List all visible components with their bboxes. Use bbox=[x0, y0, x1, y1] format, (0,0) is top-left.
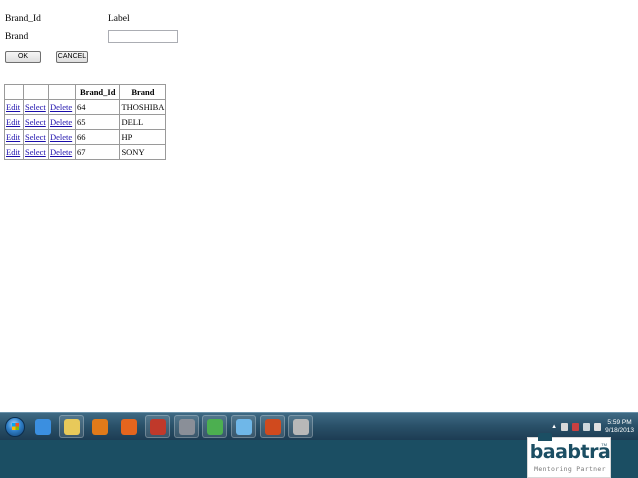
table-row: Edit Select Delete 65 DELL bbox=[4, 114, 167, 130]
brand-id-cell: 64 bbox=[74, 99, 121, 115]
grid-cell: Delete bbox=[48, 99, 76, 115]
clock[interactable]: 5:59 PM 9/18/2013 bbox=[605, 419, 634, 435]
grid-cell: Edit bbox=[4, 99, 24, 115]
edit-link[interactable]: Edit bbox=[6, 102, 20, 112]
grid-header-brand-id: Brand_Id bbox=[74, 84, 121, 100]
taskbar-app-button[interactable] bbox=[59, 415, 84, 438]
edit-link[interactable]: Edit bbox=[6, 147, 20, 157]
logo-trademark: TM bbox=[601, 442, 607, 447]
grid-header-select bbox=[23, 84, 49, 100]
brand-cell: DELL bbox=[119, 114, 167, 130]
taskbar-app-button[interactable] bbox=[174, 415, 199, 438]
cancel-button[interactable]: CANCEL bbox=[56, 51, 88, 63]
web-page: Brand_Id Label Brand OK CANCEL Brand_Id … bbox=[0, 0, 638, 412]
ok-button[interactable]: OK bbox=[5, 51, 41, 63]
notepad-icon bbox=[235, 418, 252, 435]
brand-label: Brand bbox=[5, 32, 29, 42]
show-hidden-icons-icon[interactable]: ▲ bbox=[551, 424, 557, 430]
logo-wordmark: baabtra bbox=[529, 441, 611, 463]
edit-link[interactable]: Edit bbox=[6, 117, 20, 127]
security-icon[interactable] bbox=[572, 423, 580, 431]
firefox-icon bbox=[120, 418, 137, 435]
brand-id-label: Brand_Id bbox=[5, 14, 41, 24]
logo-tagline: Mentoring Partner bbox=[534, 465, 606, 473]
start-button[interactable] bbox=[2, 415, 27, 438]
taskbar-app-button[interactable] bbox=[260, 415, 285, 438]
file-explorer-icon bbox=[63, 418, 80, 435]
table-row: Edit Select Delete 66 HP bbox=[4, 129, 167, 145]
delete-link[interactable]: Delete bbox=[50, 132, 72, 142]
grid-cell: Edit bbox=[4, 144, 24, 160]
brand-id-cell: 66 bbox=[74, 129, 121, 145]
taskbar-app-button[interactable] bbox=[145, 415, 170, 438]
grid-header-delete bbox=[48, 84, 76, 100]
brand-cell: THOSHIBA bbox=[119, 99, 167, 115]
grid-cell: Select bbox=[23, 129, 49, 145]
grid-cell: Delete bbox=[48, 144, 76, 160]
grid-cell: Select bbox=[23, 99, 49, 115]
grid-cell: Edit bbox=[4, 129, 24, 145]
select-link[interactable]: Select bbox=[25, 102, 46, 112]
taskbar-app-button[interactable] bbox=[116, 415, 141, 438]
taskbar-app-button[interactable] bbox=[30, 415, 55, 438]
grid-cell: Select bbox=[23, 114, 49, 130]
taskbar-app-button[interactable] bbox=[202, 415, 227, 438]
clock-date: 9/18/2013 bbox=[605, 427, 634, 434]
delete-link[interactable]: Delete bbox=[50, 102, 72, 112]
brand-grid: Brand_Id Brand Edit Select Delete 64 THO… bbox=[4, 84, 167, 160]
powerpoint-icon bbox=[264, 418, 281, 435]
internet-explorer-icon bbox=[34, 418, 51, 435]
grid-cell: Edit bbox=[4, 114, 24, 130]
volume-icon[interactable] bbox=[594, 423, 602, 431]
logo-tab-shape bbox=[538, 433, 552, 441]
grid-header-row: Brand_Id Brand bbox=[4, 84, 167, 100]
clock-time: 5:59 PM bbox=[607, 419, 632, 426]
taskbar-app-button[interactable] bbox=[288, 415, 313, 438]
edit-link[interactable]: Edit bbox=[6, 132, 20, 142]
windows-start-icon bbox=[4, 416, 25, 437]
chess-icon bbox=[292, 418, 309, 435]
baabtra-logo: baabtra TM Mentoring Partner bbox=[527, 433, 611, 478]
flag-icon[interactable] bbox=[561, 423, 569, 431]
select-link[interactable]: Select bbox=[25, 147, 46, 157]
chrome-icon bbox=[206, 418, 223, 435]
brand-input[interactable] bbox=[108, 30, 178, 43]
taskbar-app-button[interactable] bbox=[87, 415, 112, 438]
network-icon[interactable] bbox=[583, 423, 591, 431]
media-player-icon bbox=[91, 418, 108, 435]
grid-cell: Delete bbox=[48, 129, 76, 145]
brand-id-cell: 65 bbox=[74, 114, 121, 130]
table-row: Edit Select Delete 64 THOSHIBA bbox=[4, 99, 167, 115]
table-row: Edit Select Delete 67 SONY bbox=[4, 144, 167, 160]
brand-cell: SONY bbox=[119, 144, 167, 160]
grid-header-brand: Brand bbox=[119, 84, 167, 100]
grid-header-edit bbox=[4, 84, 24, 100]
delete-link[interactable]: Delete bbox=[50, 117, 72, 127]
tools-icon bbox=[178, 418, 195, 435]
select-link[interactable]: Select bbox=[25, 132, 46, 142]
select-link[interactable]: Select bbox=[25, 117, 46, 127]
delete-link[interactable]: Delete bbox=[50, 147, 72, 157]
taskbar-app-button[interactable] bbox=[231, 415, 256, 438]
grid-cell: Select bbox=[23, 144, 49, 160]
paint-icon bbox=[149, 418, 166, 435]
grid-cell: Delete bbox=[48, 114, 76, 130]
brand-cell: HP bbox=[119, 129, 167, 145]
value-label: Label bbox=[108, 14, 130, 24]
brand-id-cell: 67 bbox=[74, 144, 121, 160]
